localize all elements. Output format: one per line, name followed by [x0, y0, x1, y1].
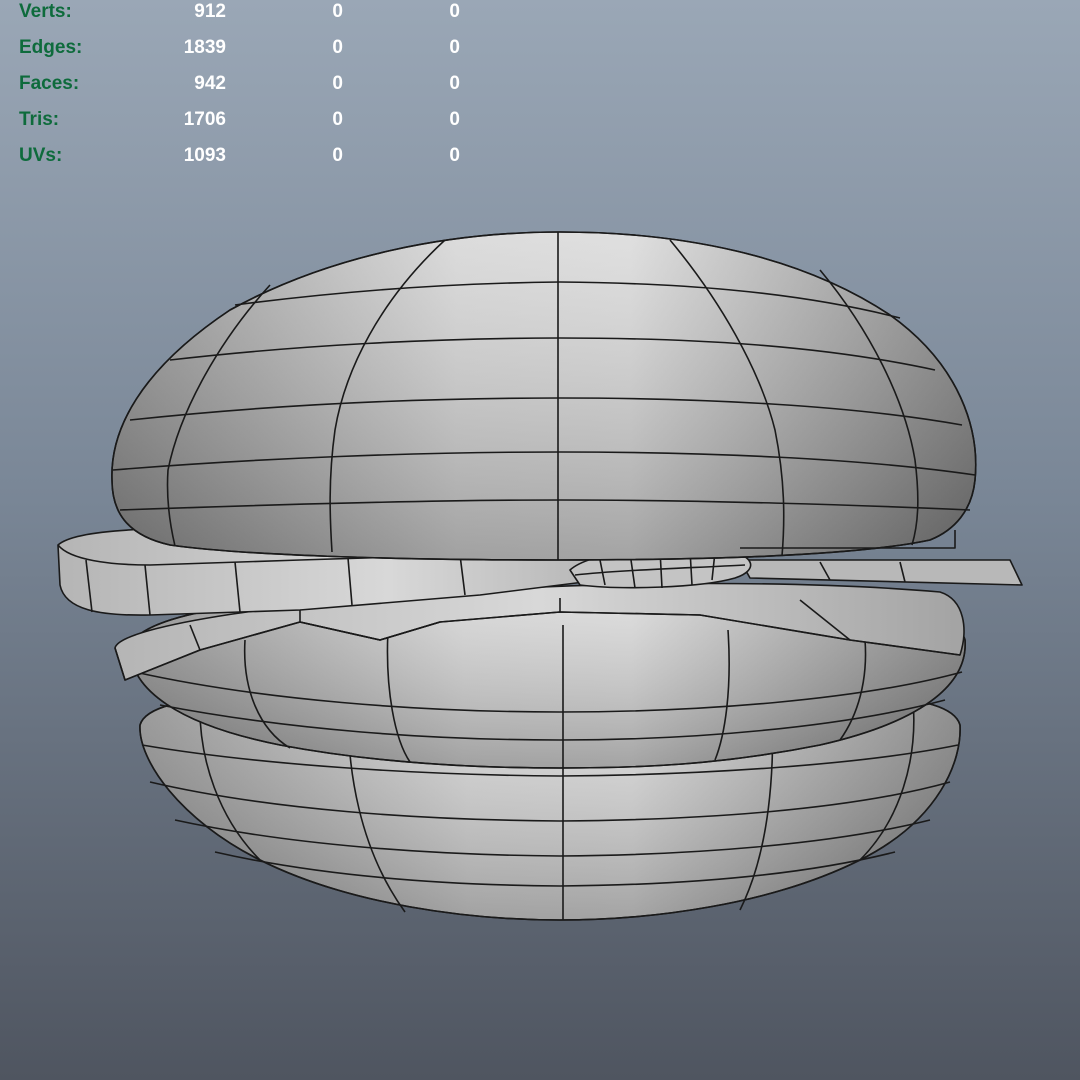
3d-viewport[interactable]: Verts: 912 0 0 Edges: 1839 0 0 Faces: 94… — [0, 0, 1080, 1080]
hamburger-mesh-icon[interactable] — [0, 0, 1080, 1080]
top-bun — [111, 231, 977, 561]
